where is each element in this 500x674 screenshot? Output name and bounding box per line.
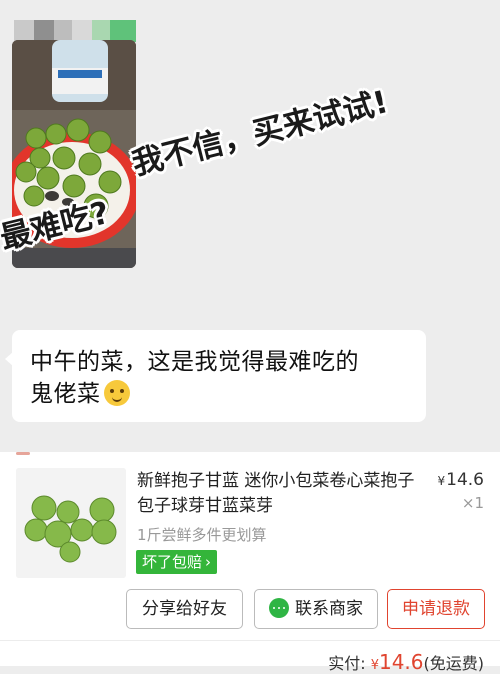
product-thumbnail[interactable] xyxy=(16,468,126,578)
request-refund-button[interactable]: 申请退款 xyxy=(387,589,485,629)
price-value: 14.6 xyxy=(446,470,484,490)
guarantee-badge[interactable]: 坏了包赔 › xyxy=(136,550,218,574)
price-currency-symbol: ¥ xyxy=(437,474,446,488)
guarantee-badge-label: 坏了包赔 xyxy=(142,553,203,571)
divider xyxy=(0,640,500,641)
product-quantity: ×1 xyxy=(461,494,484,512)
product-sprouts-image xyxy=(16,468,126,578)
text-message: 中午的菜，这是我觉得最难吃的 鬼佬菜 xyxy=(30,346,410,410)
total-paid: 实付: ¥14.6(免运费) xyxy=(328,650,484,674)
contact-merchant-button[interactable]: 联系商家 xyxy=(254,589,378,629)
text-message-bubble[interactable]: 中午的菜，这是我觉得最难吃的 鬼佬菜 xyxy=(5,330,426,422)
card-top-mark xyxy=(16,452,30,455)
total-shipping-note: (免运费) xyxy=(423,654,485,673)
order-card: 新鲜抱子甘蓝 迷你小包菜卷心菜抱子包子球芽甘蓝菜芽 ¥14.6 ×1 1斤尝鲜多… xyxy=(0,452,500,674)
product-price: ¥14.6 xyxy=(438,470,485,490)
chat-bubble-icon xyxy=(269,598,289,618)
product-title[interactable]: 新鲜抱子甘蓝 迷你小包菜卷心菜抱子包子球芽甘蓝菜芽 xyxy=(137,469,419,519)
bubble-tail xyxy=(5,352,13,366)
total-label: 实付: xyxy=(328,654,371,673)
pixelated-avatar-strip xyxy=(14,20,136,42)
product-sku: 1斤尝鲜多件更划算 xyxy=(137,526,267,544)
text-message-line2: 鬼佬菜 xyxy=(30,381,101,407)
text-message-line1: 中午的菜，这是我觉得最难吃的 xyxy=(30,349,359,375)
total-amount: 14.6 xyxy=(378,650,424,674)
contact-merchant-label: 联系商家 xyxy=(295,599,363,619)
chevron-right-icon: › xyxy=(205,553,212,571)
share-to-friend-button[interactable]: 分享给好友 xyxy=(126,589,243,629)
thinking-face-emoji-icon xyxy=(103,380,130,406)
chat-area: 中午的菜，这是我觉得最难吃的 鬼佬菜 我不信，买来试试! 最难吃? xyxy=(0,0,500,452)
